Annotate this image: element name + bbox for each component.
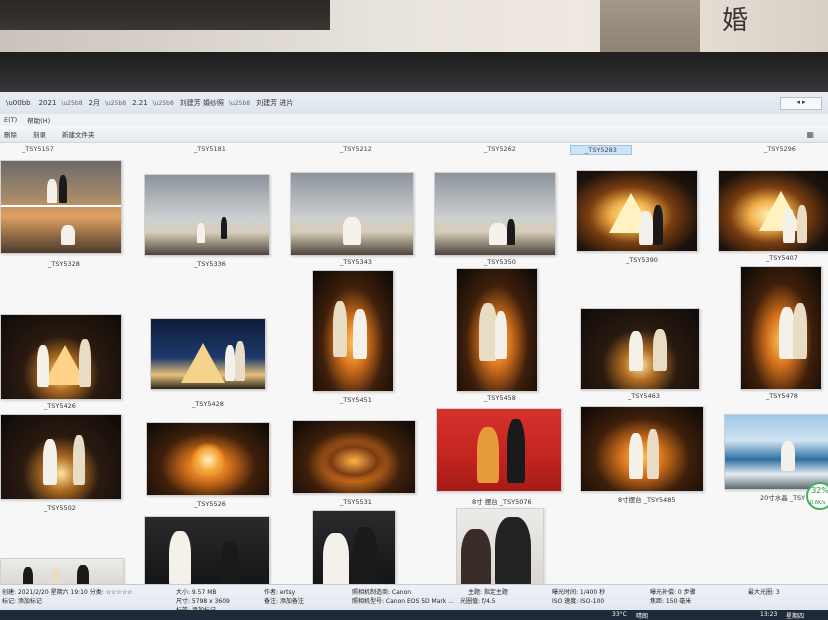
photo-thumbnail[interactable] xyxy=(146,422,270,496)
photo-thumbnail[interactable] xyxy=(718,170,828,252)
weather-text: 晴朗 xyxy=(636,613,649,620)
file-label[interactable]: _TSY5502 xyxy=(44,504,76,512)
created-date: 创建: 2021/2/20 星期六 19:10 分类: ☆☆☆☆☆ xyxy=(2,589,133,596)
room-background: 婚 xyxy=(0,0,828,56)
photo-thumbnail[interactable] xyxy=(0,314,122,400)
photo-thumbnail[interactable] xyxy=(0,414,122,500)
dimensions: 尺寸: 5798 x 3609 xyxy=(176,598,230,605)
file-label[interactable]: _TSY5328 xyxy=(48,260,80,268)
network-speed: 0.8K/s xyxy=(810,500,826,506)
shelf xyxy=(600,0,700,56)
breadcrumb-1[interactable]: 2021 xyxy=(37,98,59,108)
file-label[interactable]: _TSY5526 xyxy=(194,500,226,508)
photo-thumbnail[interactable] xyxy=(144,174,270,256)
file-label[interactable]: _TSY5262 xyxy=(484,145,516,153)
screen: \u00bb 2021 \u25b8 2月 \u25b8 2.21 \u25b8… xyxy=(0,92,828,620)
photo-thumbnail[interactable] xyxy=(312,270,394,392)
file-label[interactable]: _TSY5451 xyxy=(340,396,372,404)
camera-model: 照相机型号: Canon EOS 5D Mark ... xyxy=(352,598,454,605)
file-label[interactable]: _TSY5463 xyxy=(628,392,660,400)
subject-field[interactable]: 主题: 指定主题 xyxy=(468,587,508,596)
breadcrumb-2[interactable]: 2月 xyxy=(87,97,102,109)
exposure-compensation: 曝光补偿: 0 步骤 xyxy=(650,589,696,596)
zoom-value: 32 xyxy=(811,486,822,495)
focal-length: 焦距: 150 毫米 xyxy=(650,598,692,605)
toolbar: 刪除 刻录 新建文件夹 xyxy=(0,126,828,143)
chevron-right-icon: \u25b8 xyxy=(229,99,251,107)
file-label[interactable]: _TSY5458 xyxy=(484,394,516,402)
max-aperture: 最大光圈: 3 xyxy=(748,589,780,596)
file-label[interactable]: _TSY5428 xyxy=(192,400,224,408)
file-grid xyxy=(0,143,828,583)
breadcrumb-4[interactable]: 刘建芳 婚纱照 xyxy=(178,97,226,109)
photo-thumbnail[interactable] xyxy=(724,414,828,490)
menu-help[interactable]: 帮助(H) xyxy=(27,115,50,125)
clock-time[interactable]: 13:23 xyxy=(760,611,777,618)
file-label-selected[interactable]: _TSY5283 xyxy=(570,145,632,155)
file-label[interactable]: _TSY5181 xyxy=(194,145,226,153)
file-label[interactable]: _TSY5426 xyxy=(44,402,76,410)
history-nav-buttons[interactable]: ◂ ▸ xyxy=(780,97,822,110)
comment-field[interactable]: 备注: 添加备注 xyxy=(264,596,304,605)
tags-field[interactable]: 标记: 添加标记 xyxy=(2,596,42,605)
photo-thumbnail[interactable] xyxy=(456,268,538,392)
chevron-right-icon: \u25b8 xyxy=(61,99,83,107)
weather-temp[interactable]: 33°C xyxy=(612,611,627,618)
photo-thumbnail[interactable] xyxy=(580,308,700,390)
file-label[interactable]: _TSY5343 xyxy=(340,258,372,266)
dark-cabinet xyxy=(0,0,330,30)
wall-sign-glyph: 婚 xyxy=(722,6,749,36)
clock-day: 星期四 xyxy=(786,613,805,620)
address-bar[interactable]: \u00bb 2021 \u25b8 2月 \u25b8 2.21 \u25b8… xyxy=(0,92,828,115)
file-label[interactable]: _TSY5390 xyxy=(626,256,658,264)
photo-thumbnail[interactable] xyxy=(0,160,122,254)
chevron-right-icon: \u25b8 xyxy=(104,99,127,107)
photo-thumbnail[interactable] xyxy=(436,408,562,492)
monitor-bezel xyxy=(0,52,828,94)
breadcrumb-5[interactable]: 刘建芳 进片 xyxy=(254,97,295,109)
file-label[interactable]: 8寸 摆台 _TSY5076 xyxy=(472,496,532,506)
menu-bar: E(T) 帮助(H) xyxy=(0,114,828,126)
author-field[interactable]: 作者: ertsy xyxy=(264,587,295,596)
file-label[interactable]: _TSY5336 xyxy=(194,260,226,268)
file-label[interactable]: _TSY5212 xyxy=(340,145,372,153)
file-label[interactable]: _TSY5407 xyxy=(766,254,798,262)
file-label[interactable]: _TSY5157 xyxy=(22,145,54,153)
file-label[interactable]: _TSY5350 xyxy=(484,258,516,266)
aperture: 光圈值: f/4.5 xyxy=(460,598,496,605)
new-folder-button[interactable]: 新建文件夹 xyxy=(62,129,95,139)
photo-thumbnail[interactable] xyxy=(740,266,822,390)
file-label[interactable]: _TSY5478 xyxy=(766,392,798,400)
iso-speed: ISO 速度: ISO-100 xyxy=(552,598,605,605)
photo-thumbnail[interactable] xyxy=(292,420,416,494)
photo-thumbnail[interactable] xyxy=(144,516,270,590)
photo-thumbnail[interactable] xyxy=(312,510,396,590)
file-size: 大小: 9.57 MB xyxy=(176,589,217,596)
file-label[interactable]: 8寸摆台 _TSY5485 xyxy=(618,494,676,504)
menu-tools[interactable]: E(T) xyxy=(4,116,17,124)
view-options-icon[interactable]: ▦ xyxy=(806,130,814,139)
photo-thumbnail[interactable] xyxy=(150,318,266,390)
photo-thumbnail[interactable] xyxy=(576,170,698,252)
photo-thumbnail[interactable] xyxy=(580,406,704,492)
breadcrumb-3[interactable]: 2.21 xyxy=(130,98,150,108)
file-label[interactable]: 20寸水晶 _TSY xyxy=(760,492,805,502)
breadcrumb-root[interactable]: \u00bb xyxy=(4,98,33,108)
photo-thumbnail[interactable] xyxy=(456,508,544,590)
exposure-time: 曝光时间: 1/400 秒 xyxy=(552,589,606,596)
delete-button[interactable]: 刪除 xyxy=(4,129,17,139)
photo-thumbnail[interactable] xyxy=(290,172,414,256)
zoom-unit: % xyxy=(821,486,828,495)
taskbar: 33°C 晴朗 13:23 星期四 xyxy=(0,610,828,620)
chevron-right-icon: \u25b8 xyxy=(152,99,174,107)
burn-button[interactable]: 刻录 xyxy=(33,129,46,139)
file-label[interactable]: _TSY5531 xyxy=(340,498,372,506)
camera-maker: 照相机制造商: Canon xyxy=(352,589,412,596)
file-label[interactable]: _TSY5296 xyxy=(764,145,796,153)
photo-thumbnail[interactable] xyxy=(434,172,556,256)
